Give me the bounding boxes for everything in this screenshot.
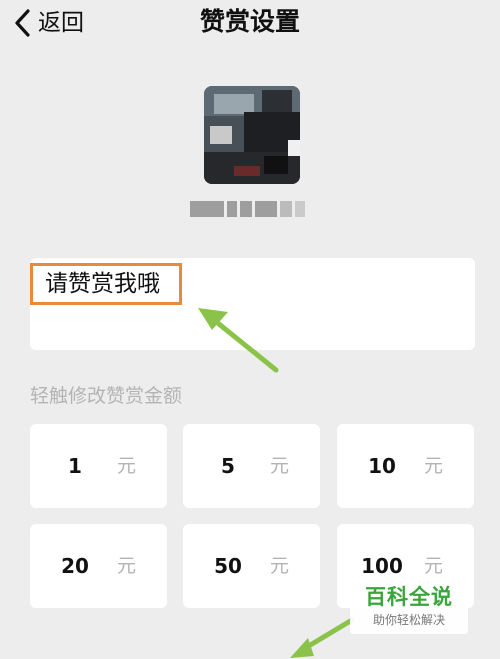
watermark-title: 百科全说 — [365, 585, 453, 609]
nickname — [190, 198, 305, 220]
amount-hint: 轻触修改赞赏金额 — [30, 385, 183, 407]
amount-option-10[interactable]: 10 元 — [337, 424, 474, 508]
top-bar: 返回 赞赏设置 — [0, 0, 500, 46]
amount-unit: 元 — [270, 455, 290, 477]
amount-value: 10 — [368, 454, 396, 478]
amount-value: 50 — [214, 554, 242, 578]
watermark: 百科全说 助你轻松解决 — [350, 580, 468, 634]
annotation-arrow-icon — [290, 617, 355, 658]
amount-unit: 元 — [117, 455, 137, 477]
amount-option-5[interactable]: 5 元 — [183, 424, 320, 508]
avatar — [204, 86, 300, 184]
amount-value: 1 — [68, 454, 82, 478]
page-title: 赞赏设置 — [199, 7, 300, 36]
amount-value: 20 — [61, 554, 89, 578]
amount-unit: 元 — [270, 555, 290, 577]
message-input[interactable]: 请赞赏我哦 — [30, 263, 182, 305]
amount-unit: 元 — [424, 455, 444, 477]
watermark-subtitle: 助你轻松解决 — [372, 613, 445, 627]
amount-unit: 元 — [117, 555, 137, 577]
amount-value: 5 — [221, 454, 235, 478]
amount-option-20[interactable]: 20 元 — [30, 524, 167, 608]
amount-option-1[interactable]: 1 元 — [30, 424, 167, 508]
amount-option-50[interactable]: 50 元 — [183, 524, 320, 608]
